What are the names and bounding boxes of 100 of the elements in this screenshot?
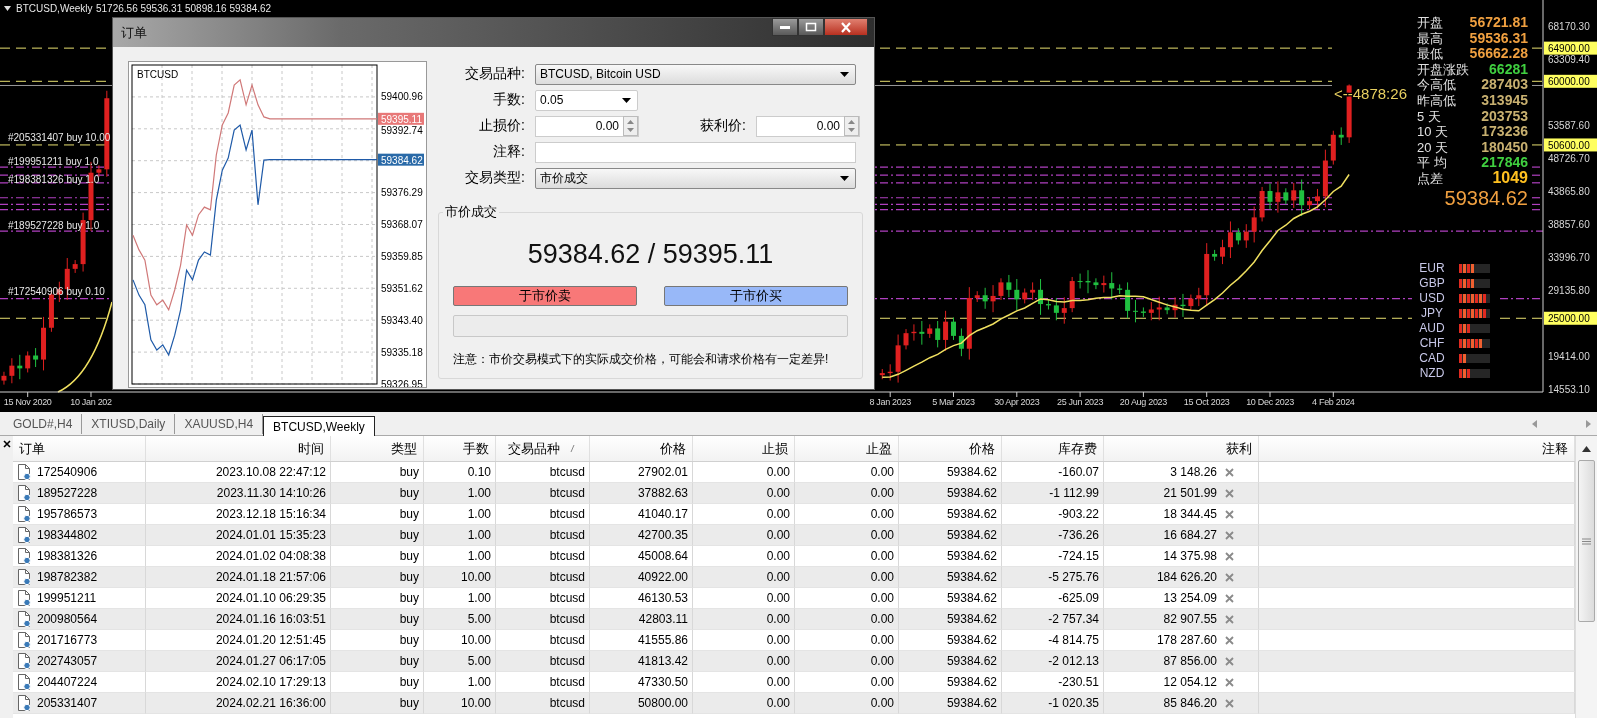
table-row[interactable]: 198381326 2024.01.02 04:08:38 buy 1.00 btcusd 45008.64 0.00 0.00 59384.62 -724.15 14 375.98 — [13, 546, 1575, 567]
table-cell: 204407224 — [37, 675, 98, 689]
table-cell: -1 020.35 — [1048, 696, 1099, 710]
symbol-dropdown[interactable]: BTCUSD, Bitcoin USD — [535, 63, 856, 85]
candlestick — [1014, 278, 1020, 311]
table-cell: 10.00 — [460, 696, 491, 710]
order-label: #199951211 buy 1.0 — [8, 156, 99, 167]
date-axis-label: 25 Jun 2023 — [1056, 397, 1104, 407]
close-icon[interactable] — [2, 440, 11, 448]
chart-tab[interactable]: XTIUSD,Daily — [82, 414, 176, 434]
column-header[interactable]: 类型 — [331, 436, 424, 461]
table-cell: 85 846.20 — [1163, 696, 1217, 710]
table-cell: 59384.62 — [946, 591, 997, 605]
table-cell: 59384.62 — [946, 528, 997, 542]
candlestick — [1322, 149, 1328, 208]
buy-button[interactable]: 于市价买 — [664, 286, 848, 306]
table-cell: btcusd — [549, 549, 585, 563]
column-header[interactable]: 订单 — [13, 436, 146, 461]
currency-label: GBP — [1419, 276, 1445, 290]
spinner-icon[interactable] — [844, 116, 859, 136]
candlestick — [919, 320, 925, 346]
table-row[interactable]: 205331407 2024.02.21 16:36:00 buy 10.00 btcusd 50800.00 0.00 0.00 59384.62 -1 020.35 85 846.20 — [13, 693, 1575, 714]
column-header[interactable]: 时间 — [146, 436, 331, 461]
dropdown-triangle-icon[interactable] — [4, 6, 11, 11]
scroll-up-icon[interactable] — [1582, 446, 1591, 452]
table-cell: 0.00 — [870, 633, 894, 647]
candlestick — [1180, 293, 1186, 318]
table-row[interactable]: 198344802 2024.01.01 15:35:23 buy 1.00 btcusd 42700.35 0.00 0.00 59384.62 -736.26 16 684.27 — [13, 525, 1575, 546]
currency-label: NZD — [1419, 366, 1445, 380]
order-type-dropdown[interactable]: 市价成交 — [535, 167, 856, 189]
info-value: 217846 — [1481, 154, 1528, 171]
table-row[interactable]: 198782382 2024.01.18 21:57:06 buy 10.00 btcusd 40922.00 0.00 0.00 59384.62 -5 275.76 184 626.20 — [13, 567, 1575, 588]
column-header[interactable]: 库存费 — [1002, 436, 1104, 461]
candlestick — [1188, 294, 1194, 311]
column-header[interactable]: 止损 — [693, 436, 795, 461]
column-header[interactable]: 止盈 — [795, 436, 899, 461]
document-icon — [17, 506, 31, 522]
take-profit-field[interactable]: 0.00 — [756, 115, 860, 137]
field-label: 注释: — [492, 143, 525, 161]
price-tag: 50600.00 — [1544, 138, 1597, 152]
table-cell: btcusd — [549, 507, 585, 521]
table-row[interactable]: 172540906 2023.10.08 22:47:12 buy 0.10 btcusd 27902.01 0.00 0.00 59384.62 -160.07 3 148.26 — [13, 462, 1575, 483]
table-cell: 59384.62 — [946, 507, 997, 521]
table-cell: -625.09 — [1058, 591, 1099, 605]
chart-tab[interactable]: GOLD#,H4 — [4, 414, 83, 434]
price-axis-label: 48726.70 — [1548, 152, 1590, 164]
scrollbar[interactable] — [1575, 436, 1597, 718]
table-cell: 1.00 — [467, 528, 491, 542]
table-cell: buy — [399, 507, 419, 521]
price-axis-label: 19414.00 — [1548, 351, 1590, 363]
table-row[interactable]: 189527228 2023.11.30 14:10:26 buy 1.00 btcusd 37882.63 0.00 0.00 59384.62 -1 112.99 21 501.99 — [13, 483, 1575, 504]
scroll-left-icon[interactable] — [1532, 420, 1538, 428]
table-cell: 0.00 — [766, 549, 790, 563]
scrollbar-thumb[interactable] — [1578, 460, 1595, 622]
info-value: 313945 — [1481, 92, 1528, 108]
price-axis-label: 33996.70 — [1548, 252, 1590, 264]
info-value: 59536.31 — [1469, 29, 1528, 46]
scroll-right-icon[interactable] — [1586, 420, 1592, 428]
candlestick — [1212, 249, 1218, 262]
comment-field[interactable] — [535, 141, 856, 163]
sell-button[interactable]: 于市价卖 — [453, 286, 637, 306]
info-value: 173236 — [1481, 123, 1528, 140]
spinner-icon[interactable] — [623, 116, 638, 136]
lots-dropdown[interactable]: 0.05 — [535, 89, 638, 111]
chart-symbol: BTCUSD — [137, 69, 179, 80]
minimize-button[interactable] — [772, 18, 798, 36]
column-header[interactable]: 价格 — [899, 436, 1002, 461]
candlestick — [1291, 182, 1297, 209]
column-header[interactable]: 交易品种 — [496, 436, 590, 461]
table-row[interactable]: 201716773 2024.01.20 12:51:45 buy 10.00 btcusd 41555.86 0.00 0.00 59384.62 -4 814.75 178 287.60 — [13, 630, 1575, 651]
table-cell: 41040.17 — [637, 507, 688, 521]
document-icon — [17, 674, 31, 690]
table-row[interactable]: 199951211 2024.01.10 06:29:35 buy 1.00 btcusd 46130.53 0.00 0.00 59384.62 -625.09 13 254.09 — [13, 588, 1575, 609]
table-cell: -2 757.34 — [1048, 612, 1099, 626]
candlestick — [927, 323, 933, 339]
maximize-button[interactable] — [798, 18, 824, 36]
table-row[interactable]: 204407224 2024.02.10 17:29:13 buy 1.00 btcusd 47330.50 0.00 0.00 59384.62 -230.51 12 054.12 — [13, 672, 1575, 693]
info-value: 1049 — [1492, 169, 1528, 186]
table-cell: 59384.62 — [946, 549, 997, 563]
close-button[interactable] — [824, 18, 868, 36]
table-row[interactable]: 202743057 2024.01.27 06:17:05 buy 5.00 btcusd 41813.42 0.00 0.00 59384.62 -2 012.13 87 856.00 — [13, 651, 1575, 672]
table-cell: 27902.01 — [637, 465, 688, 479]
column-header[interactable]: 手数 — [424, 436, 496, 461]
table-cell: 50800.00 — [637, 696, 688, 710]
table-cell: 59384.62 — [946, 486, 997, 500]
field-label: 手数: — [492, 91, 525, 109]
table-cell: 0.00 — [766, 591, 790, 605]
table-row[interactable]: 195786573 2023.12.18 15:16:34 buy 1.00 btcusd 41040.17 0.00 0.00 59384.62 -903.22 18 344.45 — [13, 504, 1575, 525]
table-cell: 172540906 — [37, 465, 98, 479]
column-header[interactable]: 获利 — [1104, 436, 1259, 461]
candlestick — [1164, 302, 1170, 315]
table-cell: 87 856.00 — [1163, 654, 1217, 668]
column-header[interactable]: 价格 — [590, 436, 693, 461]
price-axis-label: 59359.85 — [381, 251, 423, 262]
table-row[interactable]: 200980564 2024.01.16 16:03:51 buy 5.00 btcusd 42803.11 0.00 0.00 59384.62 -2 757.34 82 907.55 — [13, 609, 1575, 630]
price-axis-label: 43865.80 — [1548, 185, 1590, 197]
table-cell: 0.00 — [766, 675, 790, 689]
table-cell: 0.00 — [870, 654, 894, 668]
stop-loss-field[interactable]: 0.00 — [535, 115, 639, 137]
chart-tab[interactable]: BTCUSD,Weekly — [263, 416, 375, 436]
